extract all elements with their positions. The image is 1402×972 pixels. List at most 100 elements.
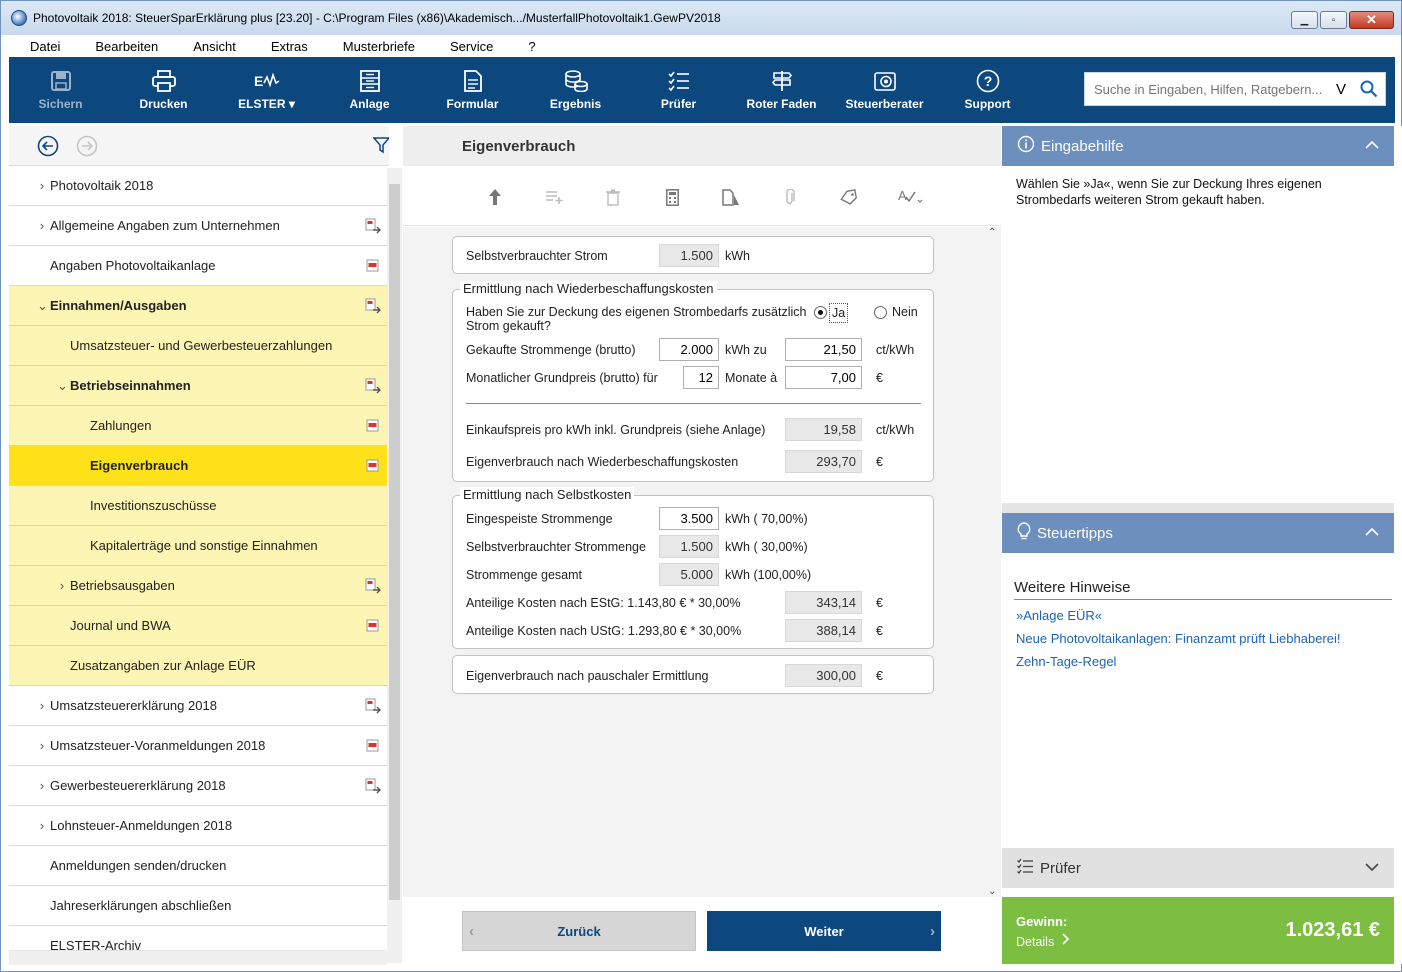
nav-item[interactable]: Zusatzangaben zur Anlage EÜR (9, 646, 387, 686)
trash-icon[interactable] (602, 186, 624, 208)
forward-arrow-icon[interactable] (76, 135, 98, 157)
form-flag-icon (365, 458, 381, 474)
gekaufte-strommenge-input[interactable]: 2.000 (659, 338, 719, 361)
content-scrollbar[interactable]: ⌃ ⌄ (986, 227, 1001, 897)
menu-service[interactable]: Service (450, 39, 493, 54)
grundpreis-input[interactable]: 7,00 (785, 366, 862, 389)
eingabehilfe-header[interactable]: Eingabehilfe (1002, 126, 1394, 166)
radio-nein[interactable] (874, 306, 887, 319)
monate-input[interactable]: 12 (683, 366, 719, 389)
nav-item[interactable]: Anmeldungen senden/drucken (9, 846, 387, 886)
toolbar-roter-faden-button[interactable]: Roter Faden (730, 57, 833, 123)
back-button[interactable]: ‹ Zurück (462, 911, 696, 951)
chevron-right-icon[interactable]: › (37, 698, 47, 713)
nav-item[interactable]: Investitionszuschüsse (9, 486, 387, 526)
gewinn-panel[interactable]: Gewinn: Details 1.023,61 € (1002, 897, 1394, 964)
nav-item[interactable]: › Umsatzsteuer-Voranmeldungen 2018 (9, 726, 387, 766)
nav-item[interactable]: ⌄ Einnahmen/Ausgaben (9, 286, 387, 326)
toolbar-support-button[interactable]: ? Support (936, 57, 1039, 123)
filter-icon[interactable] (373, 137, 389, 154)
scroll-up-icon[interactable]: ⌃ (988, 227, 996, 238)
nav-item[interactable]: › Allgemeine Angaben zum Unternehmen (9, 206, 387, 246)
nav-item[interactable]: ⌄ Betriebseinnahmen (9, 366, 387, 406)
field-label: Eigenverbrauch nach Wiederbeschaffungsko… (466, 455, 739, 469)
navigation-footer: ‹ Zurück Weiter › (403, 897, 1001, 964)
nav-item[interactable]: › Lohnsteuer-Anmeldungen 2018 (9, 806, 387, 846)
link-liebhaberei[interactable]: Neue Photovoltaikanlagen: Finanzamt prüf… (1016, 631, 1341, 646)
toolbar-elster-button[interactable]: E ELSTER ▾ (215, 57, 318, 123)
radio-ja[interactable] (814, 306, 827, 319)
spellcheck-icon[interactable]: A (897, 186, 925, 208)
scroll-down-icon[interactable]: ⌄ (988, 886, 996, 897)
chevron-right-icon[interactable]: › (37, 818, 47, 833)
toolbar-pruefer-button[interactable]: Prüfer (627, 57, 730, 123)
toolbar-steuerberater-button[interactable]: Steuerberater (833, 57, 936, 123)
tag-icon[interactable] (838, 186, 860, 208)
strompreis-input[interactable]: 21,50 (785, 338, 862, 361)
nav-item[interactable]: › Betriebsausgaben (9, 566, 387, 606)
link-zehn-tage-regel[interactable]: Zehn-Tage-Regel (1016, 654, 1116, 669)
nav-item[interactable]: Kapitalerträge und sonstige Einnahmen (9, 526, 387, 566)
chevron-right-icon[interactable]: › (37, 218, 47, 233)
expand-icon[interactable] (1365, 860, 1379, 878)
export-arrow-icon (365, 578, 381, 594)
menu-ansicht[interactable]: Ansicht (193, 39, 236, 54)
steuertipps-header[interactable]: Steuertipps (1002, 513, 1394, 553)
chevron-right-icon[interactable]: › (37, 778, 47, 793)
minimize-button[interactable]: ▁ (1291, 11, 1318, 29)
search-dropdown-toggle[interactable]: V (1330, 81, 1352, 98)
nav-item[interactable]: Angaben Photovoltaikanlage (9, 246, 387, 286)
title-bar: Photovoltaik 2018: SteuerSparErklärung p… (1, 1, 1401, 35)
nav-item[interactable]: Eigenverbrauch (9, 446, 387, 486)
menu-datei[interactable]: Datei (30, 39, 60, 54)
maximize-button[interactable]: ▫ (1320, 11, 1347, 29)
upload-icon[interactable] (484, 186, 506, 208)
radio-ja-label[interactable]: Ja (829, 303, 849, 323)
document-view-icon[interactable] (720, 186, 742, 208)
menu-bearbeiten[interactable]: Bearbeiten (95, 39, 158, 54)
search-input[interactable] (1094, 81, 1330, 97)
scrollbar-thumb[interactable] (389, 184, 400, 900)
back-arrow-icon[interactable] (37, 135, 59, 157)
nav-item[interactable]: › Umsatzsteuererklärung 2018 (9, 686, 387, 726)
nav-item[interactable]: Zahlungen (9, 406, 387, 446)
chevron-right-icon[interactable]: › (37, 178, 47, 193)
search-icon[interactable] (1360, 80, 1378, 98)
next-button[interactable]: Weiter › (707, 911, 941, 951)
chevron-right-icon[interactable]: › (37, 738, 47, 753)
add-row-icon[interactable] (543, 186, 565, 208)
form-flag-icon (365, 418, 381, 434)
navigation-scrollbar[interactable] (387, 168, 402, 963)
menu-musterbriefe[interactable]: Musterbriefe (343, 39, 415, 54)
close-button[interactable]: ✕ (1349, 11, 1394, 29)
toolbar-sichern-button[interactable]: Sichern (9, 57, 112, 123)
nav-item[interactable]: › Photovoltaik 2018 (9, 166, 387, 206)
menu-help[interactable]: ? (528, 39, 535, 54)
link-anlage-eur[interactable]: »Anlage EÜR« (1016, 608, 1102, 623)
toolbar-anlage-button[interactable]: Anlage (318, 57, 421, 123)
radio-nein-label[interactable]: Nein (892, 305, 918, 319)
form-flag-icon (365, 258, 381, 274)
nav-item[interactable]: Umsatzsteuer- und Gewerbesteuerzahlungen (9, 326, 387, 366)
toolbar-drucken-button[interactable]: Drucken (112, 57, 215, 123)
menu-extras[interactable]: Extras (271, 39, 308, 54)
splitter[interactable] (1002, 503, 1394, 513)
eingespeiste-strommenge-input[interactable]: 3.500 (659, 507, 719, 530)
collapse-icon[interactable] (1365, 138, 1379, 156)
toolbar-label: Ergebnis (549, 97, 602, 111)
nav-item-label: Umsatzsteuer- und Gewerbesteuerzahlungen (70, 338, 333, 353)
nav-item[interactable]: Jahreserklärungen abschließen (9, 886, 387, 926)
details-link[interactable]: Details (1016, 935, 1054, 949)
paperclip-icon[interactable] (779, 186, 801, 208)
chevron-down-icon[interactable]: ⌄ (37, 298, 48, 314)
toolbar-ergebnis-button[interactable]: Ergebnis (524, 57, 627, 123)
nav-item[interactable]: Journal und BWA (9, 606, 387, 646)
nav-item[interactable]: › Gewerbesteuererklärung 2018 (9, 766, 387, 806)
horizontal-scrollbar[interactable] (9, 950, 387, 965)
calculator-icon[interactable] (661, 186, 683, 208)
chevron-right-icon[interactable]: › (57, 578, 67, 593)
pruefer-header[interactable]: Prüfer (1002, 848, 1394, 888)
toolbar-formular-button[interactable]: Formular (421, 57, 524, 123)
chevron-down-icon[interactable]: ⌄ (57, 378, 68, 394)
collapse-icon[interactable] (1365, 525, 1379, 543)
